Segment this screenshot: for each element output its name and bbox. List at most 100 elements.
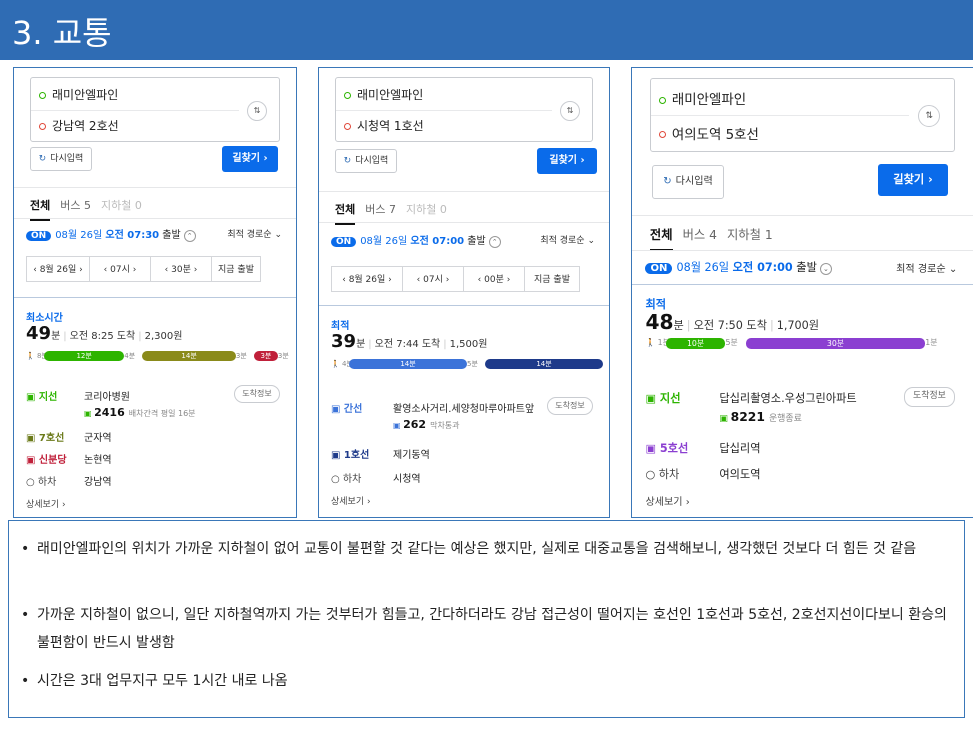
detail-link[interactable]: 상세보기 ›	[645, 493, 689, 508]
title-bar: 3. 교통	[0, 0, 973, 60]
route-step: ▣ 지선 답십리촬영소.우성그린아파트 도착정보 ▣ 8221 운행종료	[645, 387, 959, 424]
selector-2[interactable]: ‹ 00분 ›	[463, 266, 525, 292]
reset-label: 다시입력	[355, 156, 389, 166]
route-panel: 래미안엘파인여의도역 5호선 ⇅ ↻ 다시입력 길찾기 › 전체 버스 4 지하철 1 ON 08…	[631, 67, 973, 518]
walk-segment: 5분	[467, 360, 478, 368]
reset-button[interactable]: ↻ 다시입력	[30, 147, 92, 171]
separator: |	[368, 339, 372, 350]
selector-0[interactable]: ‹ 8월 26일 ›	[26, 256, 90, 282]
selector-1[interactable]: ‹ 07시 ›	[89, 256, 151, 282]
note-text: 가까운 지하철이 없으니, 일단 지하철역까지 가는 것부터가 힘들고, 간다하…	[37, 607, 947, 651]
arrival-info-button[interactable]: 도착정보	[234, 385, 280, 403]
step-stop: 코리아병원	[84, 392, 130, 403]
time-selector: ‹ 8월 26일 › ‹ 07시 › ‹ 30분 › 지금 출발	[26, 256, 261, 282]
step-stop: 시청역	[393, 474, 421, 485]
destination-text: 강남역 2호선	[52, 118, 119, 133]
step-stop: 제기동역	[393, 450, 430, 461]
departure-time[interactable]: ON 08월 26일 오전 07:30 출발 ⌃	[26, 226, 196, 242]
origin-field[interactable]: 래미안엘파인	[658, 88, 746, 108]
bus-icon: ▣	[393, 421, 404, 430]
sort-label: 최적 경로순	[227, 230, 272, 240]
destination-field[interactable]: 여의도역 5호선	[658, 123, 759, 143]
arrival-time: 오전 8:25 도착	[69, 331, 136, 342]
sort-label: 최적 경로순	[540, 236, 585, 246]
arrival-info-button[interactable]: 도착정보	[547, 397, 593, 415]
note-item: 시간은 3대 업무지구 모두 1시간 내로 나옴	[21, 667, 949, 695]
separator: |	[63, 331, 67, 342]
tab-1[interactable]: 버스 5	[60, 197, 91, 213]
arrival-time: 오전 7:44 도착	[374, 339, 441, 350]
swap-icon[interactable]: ⇅	[918, 104, 941, 128]
selector-3[interactable]: 지금 출발	[524, 266, 580, 292]
search-button[interactable]: 길찾기 ›	[878, 164, 948, 196]
selector-0[interactable]: ‹ 8월 26일 ›	[331, 266, 403, 292]
search-button[interactable]: 길찾기 ›	[537, 148, 597, 174]
detail-link[interactable]: 상세보기 ›	[331, 494, 371, 507]
chevron-down-icon[interactable]: ⌄	[819, 263, 832, 275]
detail-link[interactable]: 상세보기 ›	[26, 497, 66, 510]
departure-time[interactable]: ON 08월 26일 오전 07:00 출발 ⌃	[331, 232, 501, 248]
search-button[interactable]: 길찾기 ›	[222, 146, 278, 172]
segment-bar: 🚶 4분 14분 5분 14분	[331, 359, 603, 369]
tab-2[interactable]: 지하철 0	[101, 197, 142, 213]
walk-segment: 3분	[235, 352, 247, 360]
step-mode: ○ 하차	[26, 477, 57, 488]
selector-2[interactable]: ‹ 30분 ›	[150, 256, 212, 282]
reset-button[interactable]: ↻ 다시입력	[652, 165, 724, 199]
walk-segment: 5분	[725, 338, 738, 347]
route-step: ▣ 1호선 제기동역	[331, 446, 597, 461]
divider	[14, 218, 296, 219]
tab-0[interactable]: 전체	[649, 225, 673, 251]
summary-divider	[14, 297, 296, 298]
selector-3[interactable]: 지금 출발	[211, 256, 261, 282]
subway-segment: 30분	[745, 338, 926, 350]
route-panel: 래미안엘파인 시청역 1호선 ⇅ ↻ 다시입력 길찾기 › 전체 버스 7 지하철 0 ON 08월…	[318, 67, 610, 518]
chevron-down-icon[interactable]: ⌃	[183, 230, 196, 242]
sort-dropdown[interactable]: 최적 경로순 ⌄	[227, 227, 282, 240]
tab-1[interactable]: 버스 4	[683, 225, 717, 243]
segment-bar: 🚶 8분 12분 4분 14분 3분 3분 3분	[26, 351, 292, 361]
step-mode: ▣ 신분당	[26, 455, 67, 466]
tab-2[interactable]: 지하철 0	[406, 201, 447, 217]
chevron-down-icon: ⌄	[584, 236, 595, 246]
walk-segment: 4분	[124, 352, 136, 360]
sort-dropdown[interactable]: 최적 경로순 ⌄	[896, 260, 957, 275]
chevron-down-icon[interactable]: ⌃	[488, 236, 501, 248]
time-selector: ‹ 8월 26일 › ‹ 07시 › ‹ 00분 › 지금 출발	[331, 266, 580, 292]
arrival-info-button[interactable]: 도착정보	[903, 387, 956, 407]
swap-icon[interactable]: ⇅	[247, 100, 267, 121]
route-input-box[interactable]: 래미안엘파인강남역 2호선 ⇅	[30, 77, 280, 142]
subway-segment: 14분	[142, 351, 236, 361]
tab-2[interactable]: 지하철 1	[727, 225, 773, 243]
departure-time[interactable]: ON 08월 26일 오전 07:00 출발 ⌄	[645, 259, 832, 275]
fare: 1,500원	[449, 339, 488, 350]
departure-suffix: 출발	[792, 261, 817, 274]
sort-dropdown[interactable]: 최적 경로순 ⌄	[540, 233, 595, 246]
bus-icon: ▣	[719, 414, 731, 425]
route-divider	[31, 109, 239, 111]
origin-field[interactable]: 래미안엘파인	[39, 86, 118, 103]
note-text: 래미안엘파인의 위치가 가까운 지하철이 없어 교통이 불편할 것 같다는 예상…	[37, 541, 917, 557]
swap-icon[interactable]: ⇅	[560, 100, 580, 121]
departure-date: 08월 26일	[55, 230, 106, 241]
divider	[632, 215, 973, 216]
route-input-box[interactable]: 래미안엘파인시청역 1호선 ⇅	[335, 77, 593, 142]
route-step: ○ 하차 강남역	[26, 473, 284, 488]
destination-field[interactable]: 시청역 1호선	[344, 117, 424, 134]
route-input-box[interactable]: 래미안엘파인여의도역 5호선 ⇅	[649, 78, 955, 153]
reset-button[interactable]: ↻ 다시입력	[335, 149, 397, 173]
tab-1[interactable]: 버스 7	[365, 201, 396, 217]
summary-divider	[319, 305, 609, 306]
departure-clock: 오전 07:00	[410, 236, 465, 247]
destination-text: 시청역 1호선	[357, 118, 424, 133]
separator: |	[138, 331, 142, 342]
selector-1[interactable]: ‹ 07시 ›	[402, 266, 464, 292]
result-tabs: 전체 버스 4 지하철 1	[649, 225, 783, 251]
total-minutes: 39	[331, 331, 357, 352]
origin-field[interactable]: 래미안엘파인	[344, 86, 423, 103]
route-step: ▣ 지선 코리아병원 도착정보 ▣ 2416 배차간격 평일 16분	[26, 385, 284, 419]
departure-date: 08월 26일	[676, 261, 733, 274]
departure-suffix: 출발	[159, 230, 181, 241]
destination-field[interactable]: 강남역 2호선	[39, 117, 119, 134]
reset-label: 다시입력	[50, 154, 84, 164]
